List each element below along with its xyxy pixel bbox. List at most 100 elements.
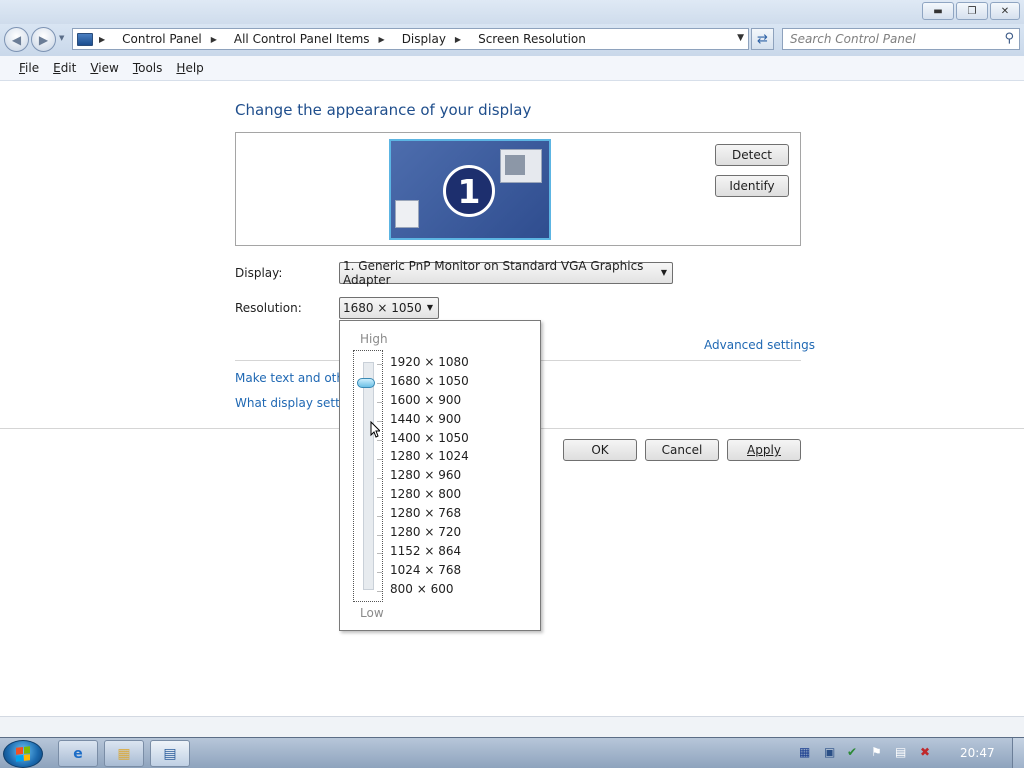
breadcrumb-screen-resolution[interactable]: Screen Resolution: [478, 32, 586, 46]
window-thumbnail-icon: [500, 149, 542, 183]
resolution-option[interactable]: 1440 × 900: [390, 410, 469, 429]
show-desktop-button[interactable]: [1012, 738, 1024, 768]
slider-tick: [377, 572, 382, 574]
minimize-icon[interactable]: ▬: [922, 2, 954, 20]
chevron-right-icon: ▶: [454, 34, 462, 44]
slider-track[interactable]: [363, 362, 374, 590]
menu-view[interactable]: View: [90, 61, 118, 75]
menu-help[interactable]: Help: [176, 61, 203, 75]
resolution-option[interactable]: 1024 × 768: [390, 561, 469, 580]
resolution-option[interactable]: 1280 × 960: [390, 466, 469, 485]
resolution-option[interactable]: 1400 × 1050: [390, 429, 469, 448]
display-select[interactable]: 1. Generic PnP Monitor on Standard VGA G…: [339, 259, 673, 287]
apply-label: Apply: [747, 443, 781, 457]
chevron-down-icon: ▼: [426, 303, 433, 312]
breadcrumb-label: Display: [401, 32, 446, 46]
menu-tools-rest: ools: [138, 61, 163, 75]
resolution-select[interactable]: 1680 × 1050 ▼: [339, 297, 439, 319]
detect-label: Detect: [731, 148, 772, 162]
back-arrow-icon: ◀: [11, 32, 22, 47]
chevron-right-icon: ▶: [210, 34, 217, 44]
slider-tick: [377, 515, 382, 517]
forward-button[interactable]: ▶: [31, 27, 56, 52]
slider-thumb[interactable]: [357, 378, 375, 389]
slider-tick: [377, 402, 382, 404]
taskbar-control-panel[interactable]: ▤: [150, 740, 190, 767]
resolution-dropdown: High 1920 × 1080 1680 × 1050 1600 × 900 144…: [339, 320, 541, 631]
window-status-bar: [0, 716, 1024, 737]
breadcrumb-separator[interactable]: ▶: [97, 35, 112, 44]
slider-low-label: Low: [360, 606, 384, 620]
address-bar[interactable]: ▶ Control Panel ▶ All Control Panel Items…: [72, 28, 749, 50]
menu-help-rest: elp: [185, 61, 204, 75]
menu-edit-rest: dit: [60, 61, 77, 75]
security-shield-icon[interactable]: ✔: [847, 745, 857, 759]
resolution-slider[interactable]: [353, 350, 383, 602]
ok-button[interactable]: OK: [563, 439, 637, 461]
recent-pages-dropdown-icon[interactable]: ▼: [59, 34, 64, 42]
cancel-button[interactable]: Cancel: [645, 439, 719, 461]
chevron-down-icon: ▼: [660, 268, 667, 277]
search-icon[interactable]: ⚲: [1004, 31, 1014, 46]
breadcrumb-display[interactable]: Display ▶: [402, 32, 468, 46]
resolution-option[interactable]: 800 × 600: [390, 580, 469, 599]
breadcrumb-label: All Control Panel Items: [233, 32, 370, 46]
identify-label: Identify: [729, 179, 775, 193]
advanced-settings-link[interactable]: Advanced settings: [704, 338, 815, 352]
menu-accel: E: [53, 61, 61, 75]
language-flag-icon[interactable]: ▦: [799, 745, 810, 759]
volume-muted-icon[interactable]: ✖: [920, 745, 930, 759]
forward-arrow-icon: ▶: [38, 32, 49, 47]
menu-view-rest: iew: [98, 61, 119, 75]
slider-tick: [377, 591, 382, 593]
detect-button[interactable]: Detect: [715, 144, 789, 166]
breadcrumb-control-panel[interactable]: Control Panel ▶: [122, 32, 224, 46]
slider-high-label: High: [360, 332, 388, 346]
back-button[interactable]: ◀: [4, 27, 29, 52]
apply-button[interactable]: Apply: [727, 439, 801, 461]
resolution-option[interactable]: 1152 × 864: [390, 542, 469, 561]
identify-button[interactable]: Identify: [715, 175, 789, 197]
title-bar: ▬ ❐ ✕: [0, 0, 1024, 24]
internet-explorer-icon: e: [73, 745, 83, 762]
restore-icon[interactable]: ❐: [956, 2, 988, 20]
menu-file[interactable]: File: [19, 61, 39, 75]
network-icon[interactable]: ▤: [895, 745, 906, 759]
slider-tick: [377, 477, 382, 479]
resolution-options: 1920 × 1080 1680 × 1050 1600 × 900 1440 × 9…: [390, 353, 469, 599]
slider-tick: [377, 534, 382, 536]
address-history-dropdown-icon[interactable]: ▼: [737, 33, 744, 43]
action-center-flag-icon[interactable]: ⚑: [871, 745, 882, 759]
refresh-button[interactable]: ⇄: [751, 28, 774, 50]
search-placeholder: Search Control Panel: [790, 32, 916, 46]
close-icon[interactable]: ✕: [990, 2, 1020, 20]
resolution-option[interactable]: 1680 × 1050: [390, 372, 469, 391]
resolution-option[interactable]: 1280 × 800: [390, 485, 469, 504]
display-select-value: 1. Generic PnP Monitor on Standard VGA G…: [343, 259, 644, 287]
resolution-option[interactable]: 1280 × 720: [390, 523, 469, 542]
start-button[interactable]: [3, 740, 43, 768]
slider-tick: [377, 458, 382, 460]
monitor-1-thumbnail[interactable]: 1: [389, 139, 551, 240]
taskbar-internet-explorer[interactable]: e: [58, 740, 98, 767]
window-thumbnail-icon: [395, 200, 419, 228]
resolution-option[interactable]: 1280 × 1024: [390, 447, 469, 466]
search-input[interactable]: Search Control Panel ⚲: [782, 28, 1020, 50]
taskbar-clock[interactable]: 20:47: [960, 746, 995, 760]
slider-tick: [377, 364, 382, 366]
resolution-option[interactable]: 1600 × 900: [390, 391, 469, 410]
resolution-option[interactable]: 1920 × 1080: [390, 353, 469, 372]
ok-label: OK: [591, 443, 609, 457]
resolution-option[interactable]: 1280 × 768: [390, 504, 469, 523]
window-controls: ▬ ❐ ✕: [922, 2, 1020, 20]
refresh-icon: ⇄: [757, 31, 768, 47]
slider-tick: [377, 383, 382, 385]
menu-edit[interactable]: Edit: [53, 61, 76, 75]
menu-tools[interactable]: Tools: [133, 61, 163, 75]
cancel-label: Cancel: [661, 443, 703, 457]
document-icon[interactable]: ▣: [824, 745, 835, 759]
control-panel-icon: ▤: [163, 745, 177, 762]
breadcrumb-all-items[interactable]: All Control Panel Items ▶: [234, 32, 392, 46]
windows-logo-icon: [16, 746, 30, 762]
taskbar-explorer[interactable]: ▦: [104, 740, 144, 767]
